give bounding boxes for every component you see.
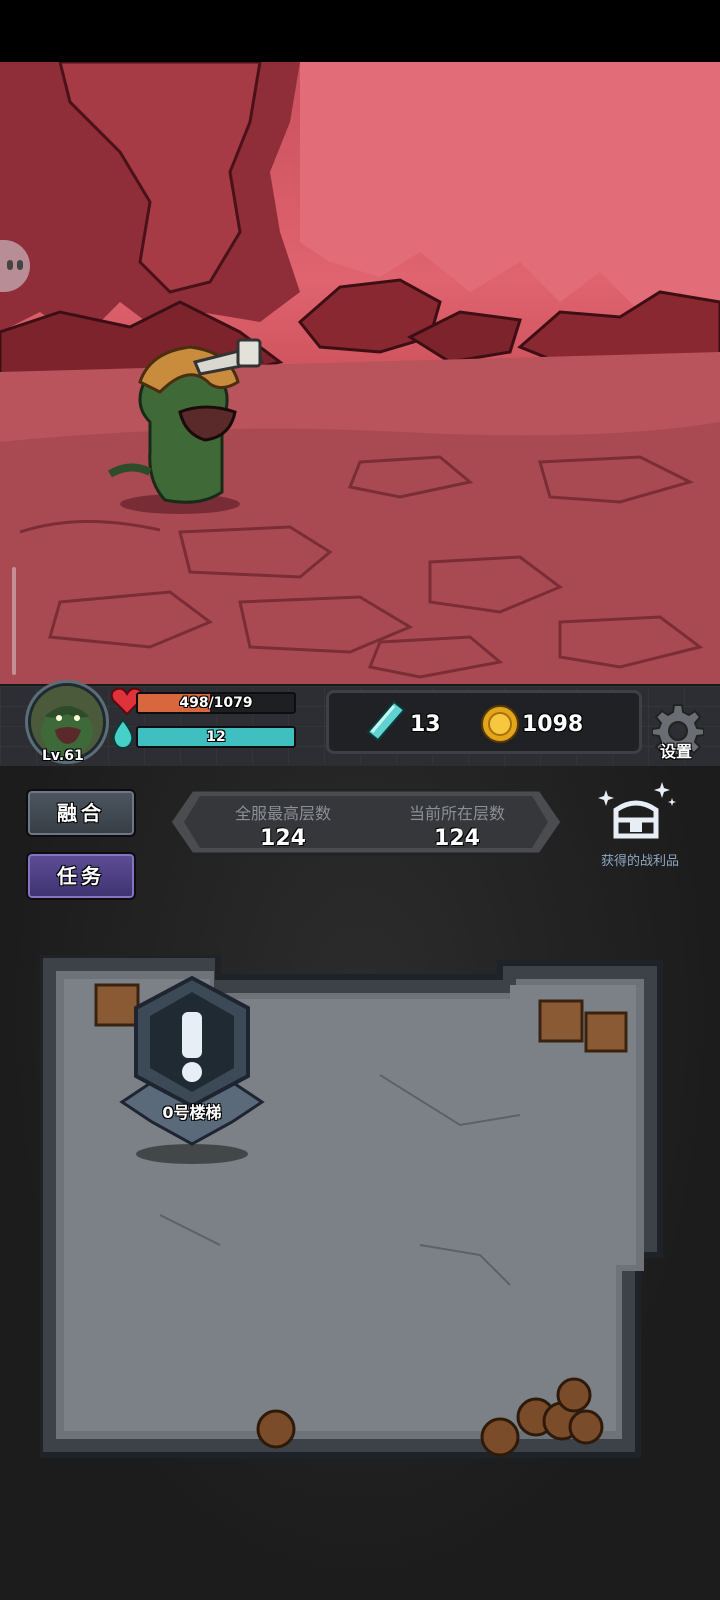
crystal-icon <box>366 700 406 742</box>
mana-drop-icon <box>112 718 134 750</box>
fusion-button[interactable]: 融合 <box>26 789 136 837</box>
stairs-marker-icon[interactable] <box>112 972 272 1172</box>
best-floor-value: 124 <box>260 826 306 851</box>
status-bar <box>0 0 720 62</box>
tasks-button[interactable]: 任务 <box>26 852 136 900</box>
hp-bar: 498/1079 <box>136 692 296 714</box>
stairs-marker-label[interactable]: 0号楼梯 <box>132 1099 252 1123</box>
gold-count: 1098 <box>522 712 584 737</box>
best-floor-label: 全服最高层数 <box>234 804 331 823</box>
hero-level: Lv.61 <box>42 748 84 764</box>
loot-chest-icon[interactable] <box>592 780 682 850</box>
mana-text: 12 <box>206 729 226 745</box>
battle-scene <box>0 62 720 684</box>
settings-label[interactable]: 设置 <box>660 738 692 762</box>
loot-label[interactable]: 获得的战利品 <box>590 850 690 869</box>
current-floor-value: 124 <box>434 826 480 851</box>
mana-bar: 12 <box>136 726 296 748</box>
crystal-count: 13 <box>410 712 441 737</box>
gold-coin-icon <box>481 705 519 743</box>
scroll-indicator <box>12 567 16 675</box>
current-floor-label: 当前所在层数 <box>408 804 505 823</box>
hp-text: 498/1079 <box>179 695 253 711</box>
